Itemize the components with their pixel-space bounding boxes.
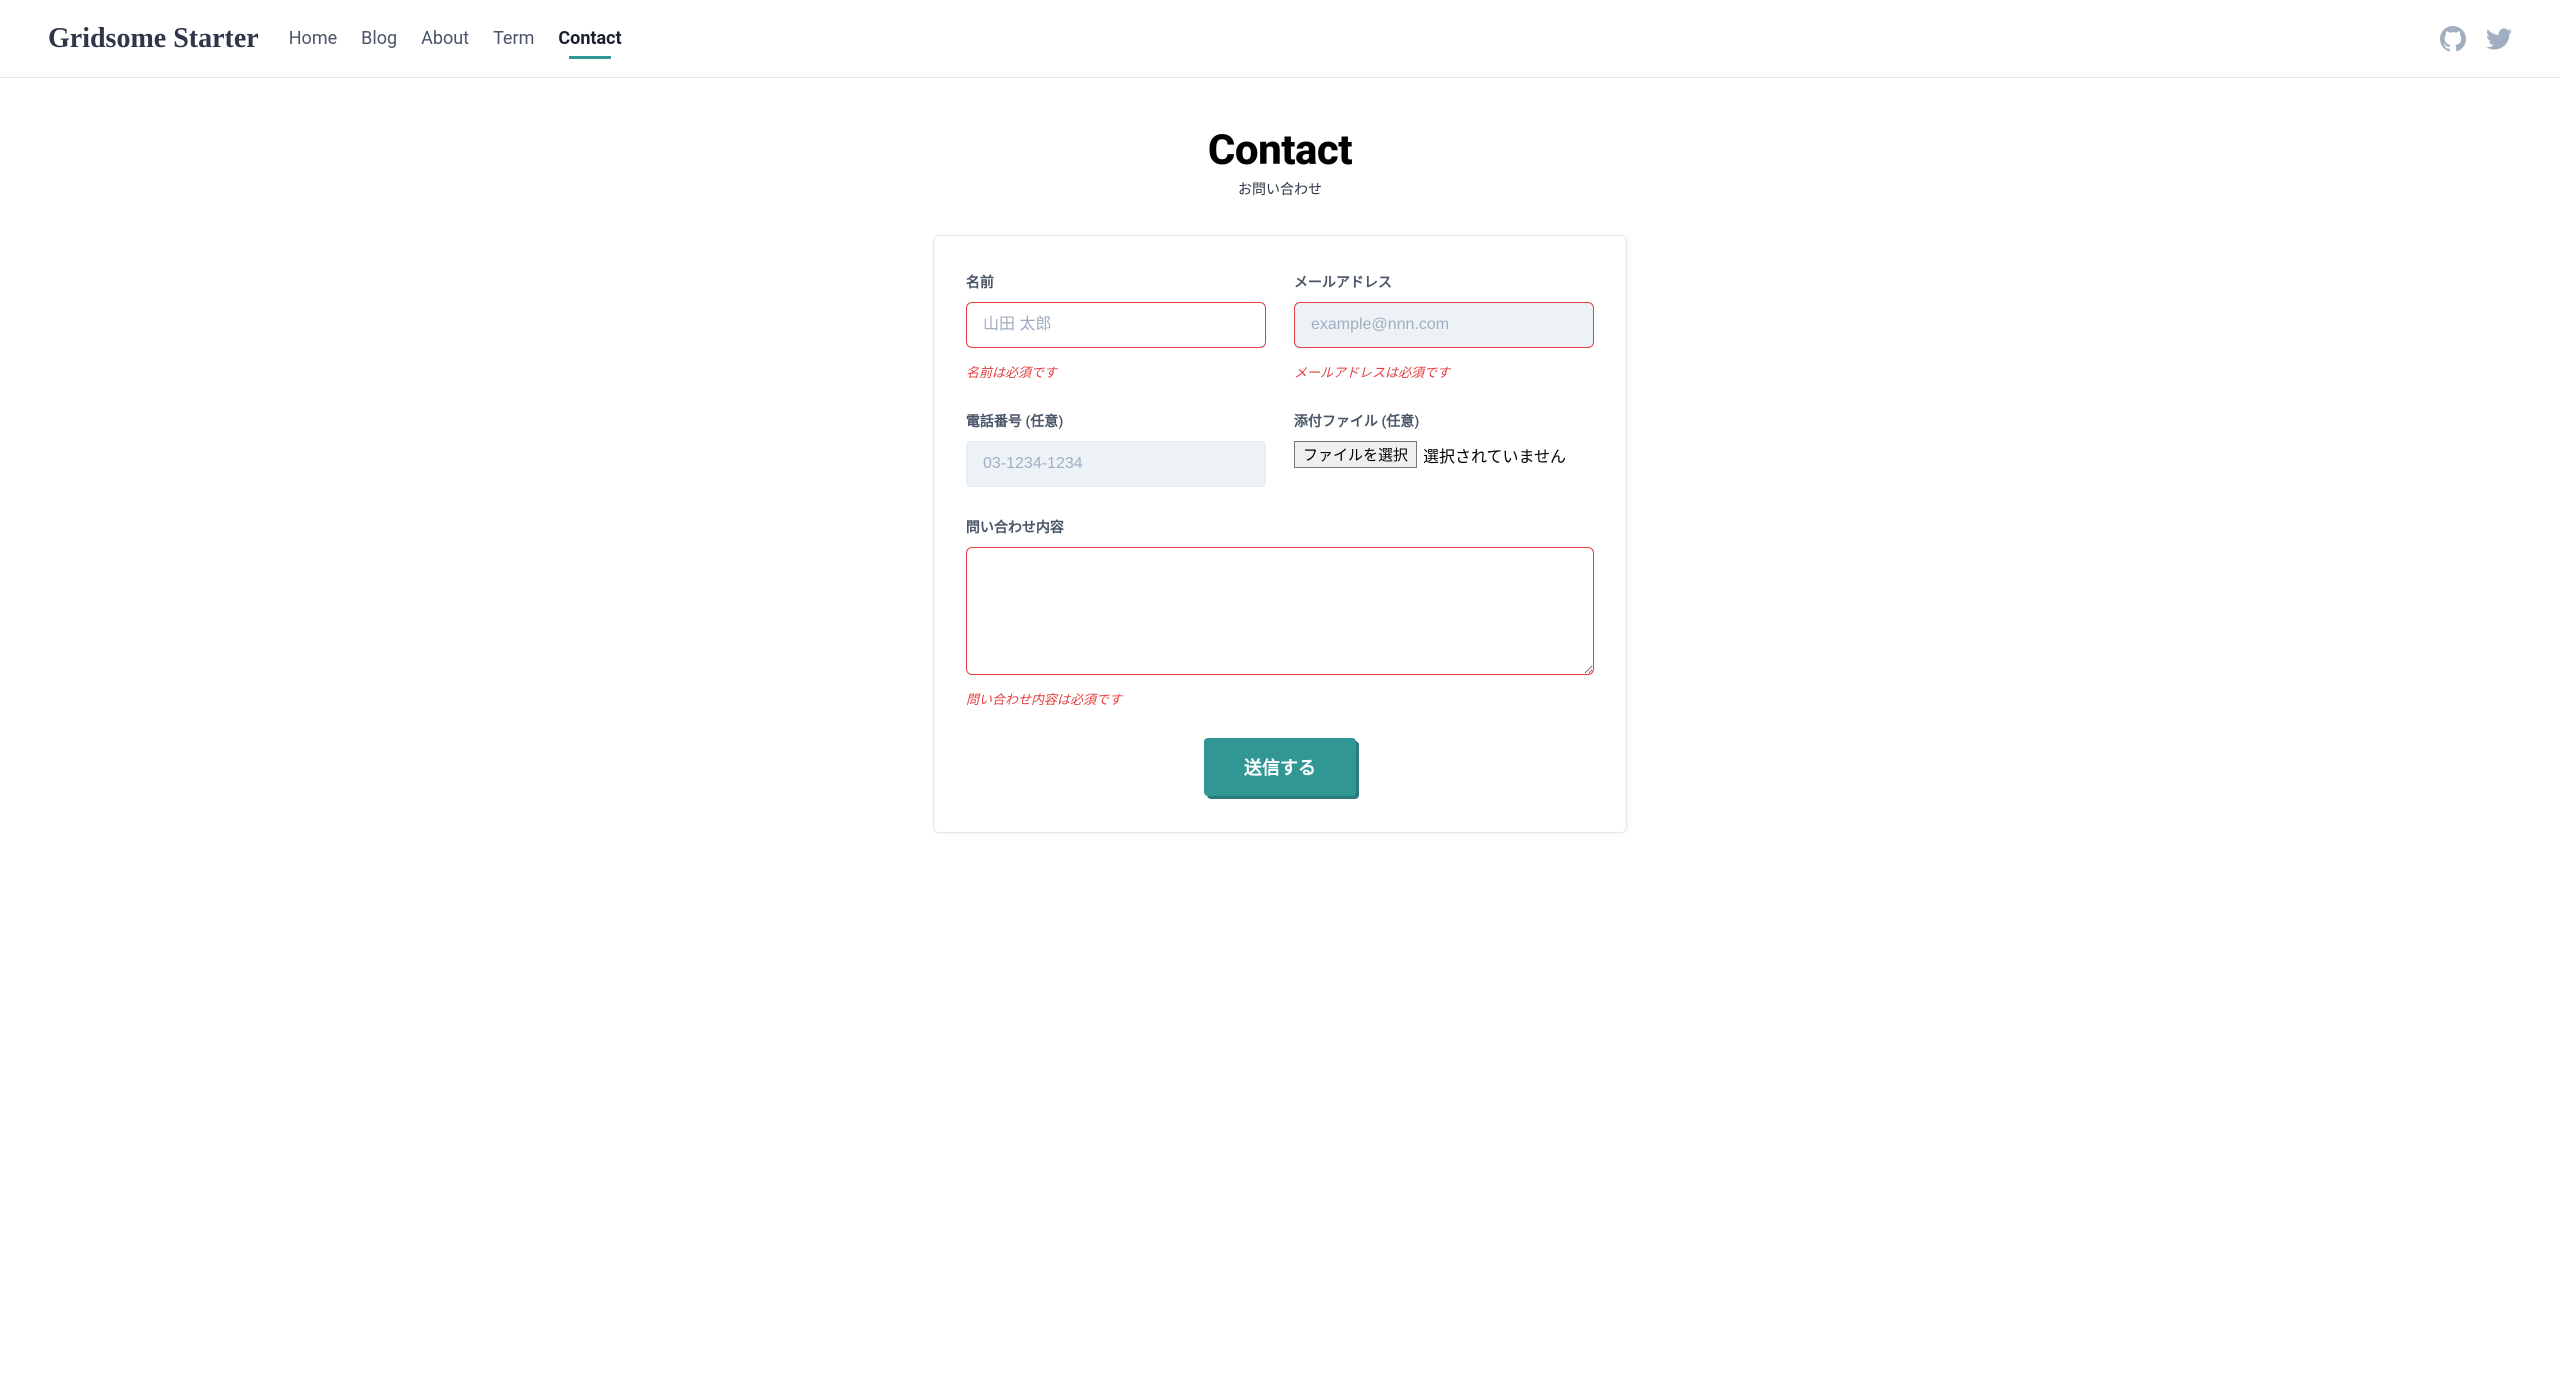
email-group: メールアドレス メールアドレスは必須です	[1294, 272, 1594, 381]
file-choose-button[interactable]: ファイルを選択	[1294, 441, 1417, 468]
page-title-section: Contact お問い合わせ	[0, 78, 2560, 235]
file-group: 添付ファイル (任意) ファイルを選択 選択されていません	[1294, 411, 1594, 487]
email-error: メールアドレスは必須です	[1294, 362, 1594, 381]
file-input-wrapper: ファイルを選択 選択されていません	[1294, 441, 1594, 468]
name-input[interactable]	[966, 302, 1266, 348]
form-row-1: 名前 名前は必須です メールアドレス メールアドレスは必須です	[966, 272, 1594, 381]
nav-item-blog[interactable]: Blog	[355, 2, 403, 75]
file-status: 選択されていません	[1423, 443, 1566, 467]
phone-label: 電話番号 (任意)	[966, 411, 1266, 431]
github-icon[interactable]	[2440, 26, 2466, 52]
nav-item-about[interactable]: About	[415, 2, 475, 75]
brand-logo[interactable]: Gridsome Starter	[48, 23, 259, 55]
nav-item-home[interactable]: Home	[283, 2, 343, 75]
nav-item-term[interactable]: Term	[487, 2, 540, 75]
name-error: 名前は必須です	[966, 362, 1266, 381]
email-input[interactable]	[1294, 302, 1594, 348]
contact-form-card: 名前 名前は必須です メールアドレス メールアドレスは必須です 電話番号 (任意…	[933, 235, 1627, 833]
phone-group: 電話番号 (任意)	[966, 411, 1266, 487]
message-error: 問い合わせ内容は必須です	[966, 689, 1594, 708]
header-right	[2440, 26, 2512, 52]
message-textarea[interactable]	[966, 547, 1594, 675]
name-label: 名前	[966, 272, 1266, 292]
phone-input[interactable]	[966, 441, 1266, 487]
submit-button[interactable]: 送信する	[1204, 738, 1356, 796]
submit-row: 送信する	[966, 738, 1594, 796]
nav-item-contact[interactable]: Contact	[552, 2, 627, 75]
page-title: Contact	[0, 126, 2560, 175]
header-left: Gridsome Starter Home Blog About Term Co…	[48, 2, 628, 75]
main-nav: Home Blog About Term Contact	[283, 2, 628, 75]
name-group: 名前 名前は必須です	[966, 272, 1266, 381]
file-label: 添付ファイル (任意)	[1294, 411, 1594, 431]
message-group: 問い合わせ内容 問い合わせ内容は必須です	[966, 517, 1594, 708]
message-label: 問い合わせ内容	[966, 517, 1594, 537]
twitter-icon[interactable]	[2486, 26, 2512, 52]
header: Gridsome Starter Home Blog About Term Co…	[0, 0, 2560, 78]
form-row-2: 電話番号 (任意) 添付ファイル (任意) ファイルを選択 選択されていません	[966, 411, 1594, 487]
email-label: メールアドレス	[1294, 272, 1594, 292]
page-subtitle: お問い合わせ	[0, 179, 2560, 199]
